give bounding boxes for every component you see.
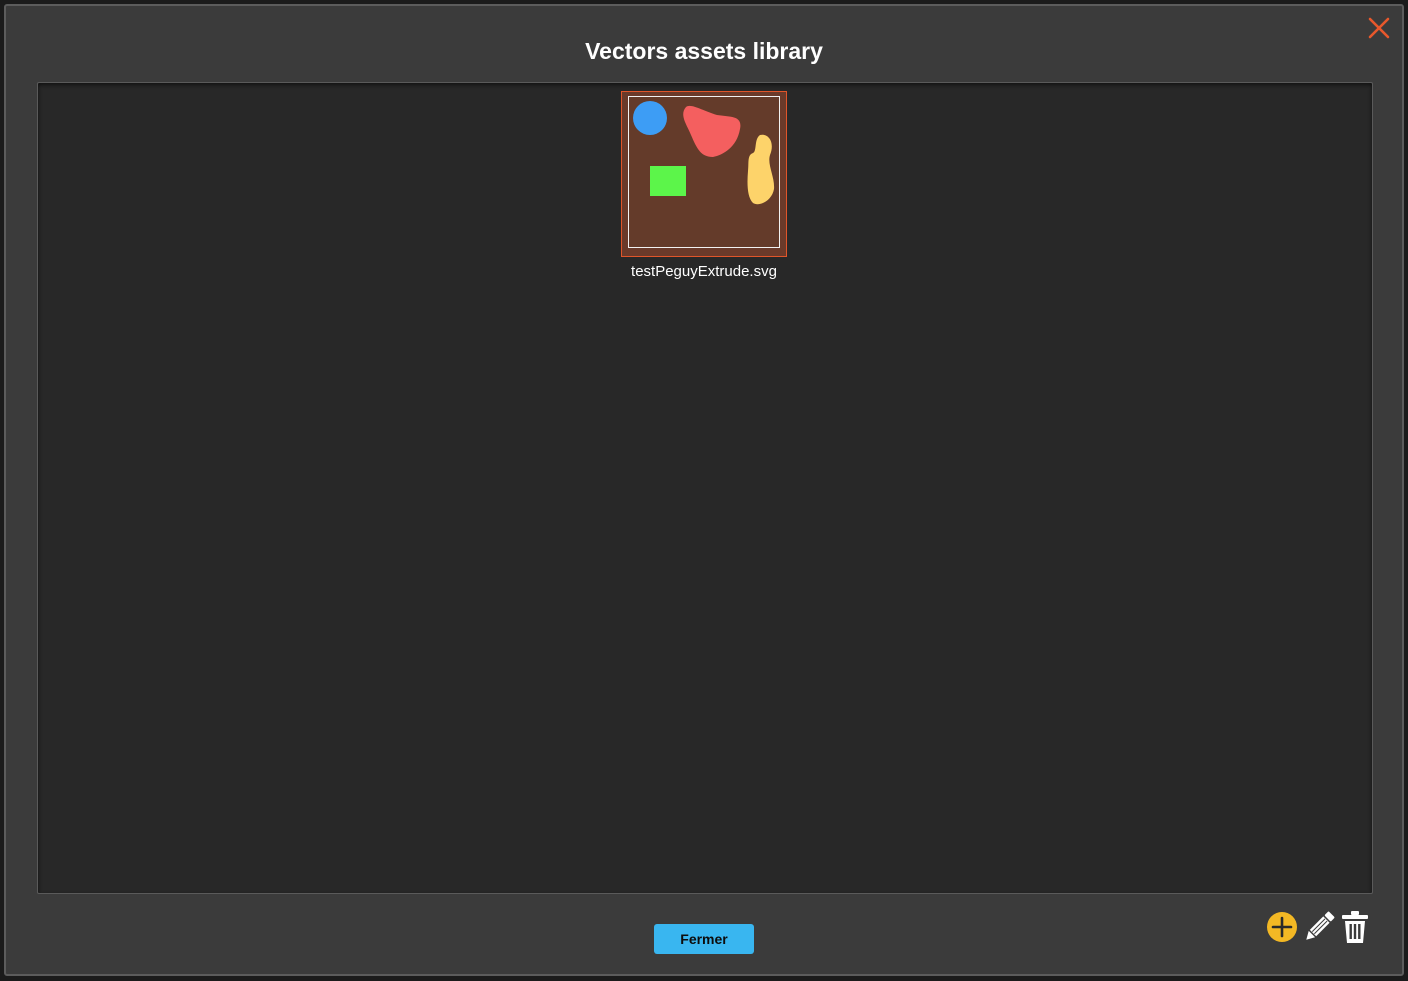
close-icon[interactable] xyxy=(1364,13,1394,43)
thumbnail-red-blob xyxy=(683,105,741,157)
thumbnail-blue-circle xyxy=(633,101,667,135)
thumbnail-green-rectangle xyxy=(650,166,686,196)
trash-icon[interactable] xyxy=(1338,909,1372,945)
asset-thumbnail[interactable] xyxy=(628,96,780,248)
asset-toolbar xyxy=(1266,909,1376,945)
vectors-assets-dialog: Vectors assets library testPeguyExtrude.… xyxy=(4,4,1404,976)
dialog-title: Vectors assets library xyxy=(585,38,823,64)
asset-selection-frame[interactable] xyxy=(621,91,787,257)
add-circle-icon[interactable] xyxy=(1266,909,1300,945)
fermer-button[interactable]: Fermer xyxy=(654,924,754,954)
thumbnail-yellow-blob xyxy=(747,134,775,205)
asset-file-name[interactable]: testPeguyExtrude.svg xyxy=(601,263,807,280)
pencil-icon[interactable] xyxy=(1302,909,1336,945)
assets-library-panel[interactable]: testPeguyExtrude.svg xyxy=(37,82,1373,894)
